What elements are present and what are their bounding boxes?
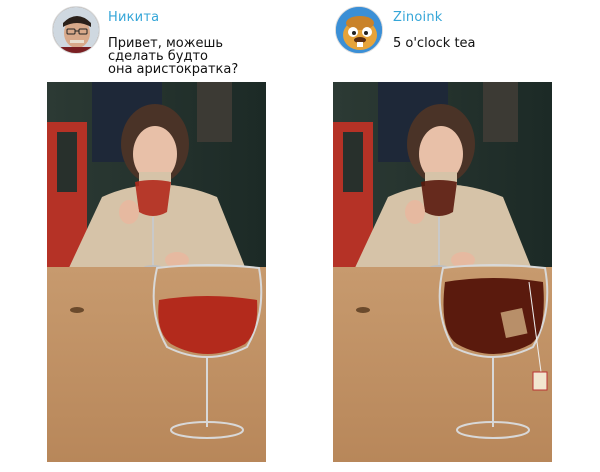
user-photo-avatar-icon: [53, 7, 99, 53]
user-avatar-zinoink[interactable]: [335, 6, 383, 54]
username[interactable]: Zinoink: [393, 10, 443, 25]
user-avatar-nikita[interactable]: [52, 6, 100, 54]
username[interactable]: Никита: [108, 10, 159, 25]
post-right: Zinoink 5 o'clock tea: [300, 0, 600, 472]
photo-edited: [333, 82, 552, 462]
woman-with-tea-image: [333, 82, 552, 462]
photo-original: [47, 82, 266, 462]
post-left: Никита Привет, можешь сделать будто она …: [0, 0, 300, 472]
message-text: 5 o'clock tea: [393, 36, 476, 51]
message-text: Привет, можешь сделать будто она аристок…: [108, 36, 239, 77]
woman-with-wine-image: [47, 82, 266, 462]
cartoon-beaver-avatar-icon: [336, 7, 382, 53]
